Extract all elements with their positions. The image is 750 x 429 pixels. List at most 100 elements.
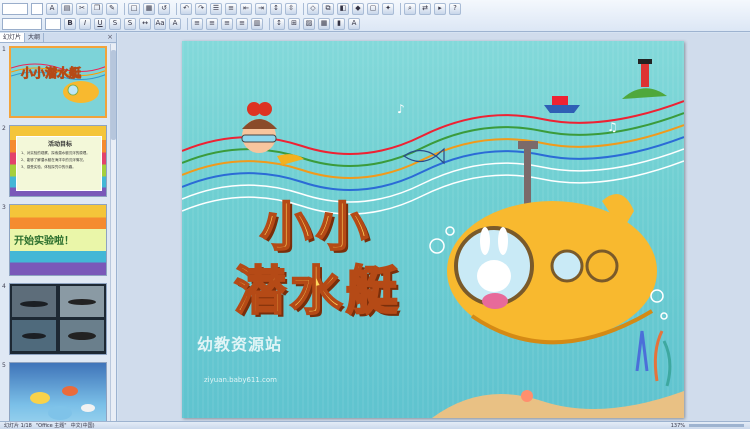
slide-thumbnail-1[interactable]: 小小潜水艇 [9, 46, 107, 118]
picture-icon[interactable]: ▨ [303, 17, 315, 30]
undo-icon[interactable]: ↶ [180, 2, 192, 15]
numbered-list-icon[interactable]: ≡ [225, 2, 237, 15]
thumbnail-scrollbar[interactable] [110, 44, 116, 421]
underline-icon[interactable]: U [94, 17, 106, 30]
island-shape [622, 88, 667, 99]
fill-icon[interactable]: ◆ [352, 2, 364, 15]
bullet-list-icon[interactable]: ☰ [210, 2, 222, 15]
grow-font-icon[interactable]: A [46, 2, 58, 15]
layout-icon[interactable]: ▦ [143, 2, 155, 15]
slide-illustration: ♪ ♫ [182, 59, 684, 418]
justify-icon[interactable]: ≡ [236, 17, 248, 30]
tab-outline[interactable]: 大纲 [25, 33, 45, 42]
paste-icon[interactable]: ▤ [61, 2, 73, 15]
bold-icon[interactable]: B [64, 17, 76, 30]
quick-style-icon[interactable]: ◧ [337, 2, 349, 15]
status-bar: 幻灯片 1/18 "Office 主题" 中文(中国) 137% [0, 421, 750, 429]
slide-count: 幻灯片 1/18 [4, 423, 32, 429]
slide-number: 3 [2, 204, 6, 211]
close-icon[interactable]: × [104, 33, 116, 42]
watermark-url: ziyuan.baby611.com [204, 376, 278, 384]
effects-icon[interactable]: ✦ [382, 2, 394, 15]
tab-slides[interactable]: 幻灯片 [0, 33, 26, 42]
toolbar-row-1: A ▤ ✂ ❐ ✎ □ ▦ ↺ ↶ ↷ ☰ ≡ ⇤ ⇥ ↕ ⇳ ◇ ⧉ ◧ ◆ … [0, 1, 464, 16]
slide-thumbnail-2[interactable]: 活动目标 1、对实验的观察，探索潜水艇沉浮的原理。 2、能够了解潜水艇在海洋中的… [9, 125, 107, 197]
thumbnail-2-line: 3、感受实验、体验探究中的乐趣。 [21, 165, 76, 169]
copy-icon[interactable]: ❐ [91, 2, 103, 15]
porthole [550, 249, 584, 283]
slide-number: 2 [2, 125, 6, 132]
scroll-thumb[interactable] [111, 50, 116, 140]
thumbnail-3-title: 开始实验啦！ [14, 236, 74, 247]
zoom-level[interactable]: 137% [671, 423, 685, 429]
textbox-icon[interactable]: A [348, 17, 360, 30]
seaweed-icon [635, 330, 649, 372]
format-painter-icon[interactable]: ✎ [106, 2, 118, 15]
thumbnail-2-line: 1、对实验的观察，探索潜水艇沉浮的原理。 [21, 151, 90, 155]
outline-icon[interactable]: ▢ [367, 2, 379, 15]
arrange-icon[interactable]: ⧉ [322, 2, 334, 15]
slide-canvas[interactable]: ♪ ♫ 小小 潜水艇 幼教资源站 ziyuan.baby611.com [182, 41, 684, 418]
font-name-combo[interactable] [2, 2, 28, 15]
slide-editor: ♪ ♫ 小小 潜水艇 幼教资源站 ziyuan.baby611.com [118, 33, 750, 421]
thumbnail-1-art [11, 63, 105, 103]
case-icon[interactable]: Aa [154, 17, 166, 30]
chart-icon[interactable]: ▮ [333, 17, 345, 30]
italic-icon[interactable]: I [79, 17, 91, 30]
font-select[interactable] [2, 17, 42, 30]
shadow-icon[interactable]: S [124, 17, 136, 30]
submarine-photos-art [12, 286, 104, 351]
cut-icon[interactable]: ✂ [76, 2, 88, 15]
thumbnail-2-box: 活动目标 1、对实验的观察，探索潜水艇沉浮的原理。 2、能够了解潜水艇在海洋中的… [16, 136, 102, 191]
thumbnail-2-title: 活动目标 [47, 141, 72, 148]
thumbnail-1-title: 小小潜水艇 [21, 66, 82, 81]
align-left-icon[interactable]: ≡ [191, 17, 203, 30]
fish-art [30, 386, 95, 420]
lighthouse-icon [641, 63, 649, 87]
zoom-slider[interactable] [689, 424, 744, 427]
toolbar: A ▤ ✂ ❐ ✎ □ ▦ ↺ ↶ ↷ ☰ ≡ ⇤ ⇥ ↕ ⇳ ◇ ⧉ ◧ ◆ … [0, 0, 750, 32]
boat-icon [544, 105, 580, 113]
slide-number: 1 [2, 46, 6, 53]
shape-icon[interactable]: ◇ [307, 2, 319, 15]
help-icon[interactable]: ? [449, 2, 461, 15]
find-icon[interactable]: ⌕ [404, 2, 416, 15]
rabbit-icon [477, 260, 511, 292]
table-icon[interactable]: ▦ [318, 17, 330, 30]
thumbnail-2-lines: 1、对实验的观察，探索潜水艇沉浮的原理。 2、能够了解潜水艇在海洋中的沉浮情况。… [21, 150, 101, 171]
columns-icon[interactable]: ▥ [251, 17, 263, 30]
panel-tabs: 幻灯片 大纲 × [0, 33, 116, 43]
select-icon[interactable]: ▸ [434, 2, 446, 15]
size-select[interactable] [45, 17, 61, 30]
periscope-icon [524, 146, 531, 206]
language: 中文(中国) [70, 423, 95, 429]
font-size-combo[interactable] [31, 2, 43, 15]
align-right-icon[interactable]: ≡ [221, 17, 233, 30]
music-note-icon: ♪ [397, 102, 405, 116]
slide-thumbnail-5[interactable] [9, 362, 107, 421]
redo-icon[interactable]: ↷ [195, 2, 207, 15]
theme-name: "Office 主题" [35, 423, 67, 429]
toolbar-row-2: B I U S S ↔ Aa A ≡ ≡ ≡ ≡ ▥ ↕ ⊞ ▨ ▦ ▮ A [0, 16, 363, 31]
slide-thumbnail-4[interactable] [9, 283, 107, 355]
new-slide-icon[interactable]: □ [128, 2, 140, 15]
bubble-icon [429, 238, 445, 254]
coral-icon [521, 390, 533, 402]
thumbnail-list: 1 小小潜水艇 2 活动目标 1、对实验的观察，探索潜水艇沉浮的原理。 2、能够… [0, 44, 111, 421]
increase-indent-icon[interactable]: ⇥ [255, 2, 267, 15]
replace-icon[interactable]: ⇄ [419, 2, 431, 15]
slide-thumbnail-3[interactable]: 开始实验啦！ [9, 204, 107, 276]
decrease-indent-icon[interactable]: ⇤ [240, 2, 252, 15]
align-center-icon[interactable]: ≡ [206, 17, 218, 30]
align-text-icon[interactable]: ⇳ [285, 2, 297, 15]
font-color-icon[interactable]: A [169, 17, 181, 30]
thumbnail-2-line: 2、能够了解潜水艇在海洋中的沉浮情况。 [21, 158, 87, 162]
slide-title-line2[interactable]: 潜水艇 [233, 249, 402, 324]
reset-icon[interactable]: ↺ [158, 2, 170, 15]
slide-number: 5 [2, 362, 6, 369]
text-direction-icon[interactable]: ↕ [270, 2, 282, 15]
strikethrough-icon[interactable]: S [109, 17, 121, 30]
line-spacing-icon[interactable]: ↕ [273, 17, 285, 30]
smartart-icon[interactable]: ⊞ [288, 17, 300, 30]
spacing-icon[interactable]: ↔ [139, 17, 151, 30]
